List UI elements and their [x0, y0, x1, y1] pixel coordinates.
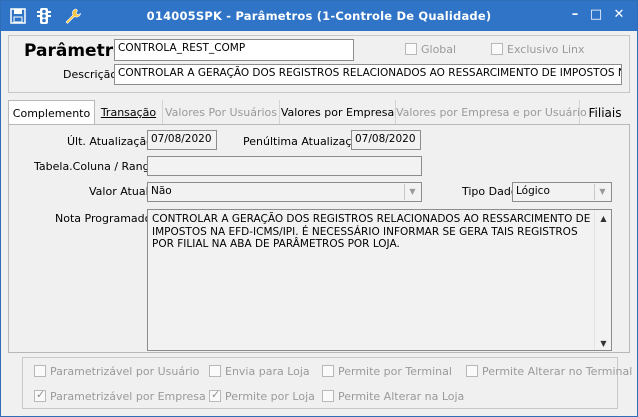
descricao-label: Descrição [63, 68, 118, 81]
permite-alterar-terminal-box[interactable] [466, 365, 478, 377]
parametro-input[interactable]: CONTROLA_REST_COMP [114, 39, 354, 61]
permite-alterar-terminal-checkbox[interactable]: Permite Alterar no Terminal [466, 365, 632, 378]
nota-programador-memo[interactable]: CONTROLAR A GERAÇÃO DOS REGISTROS RELACI… [147, 209, 612, 351]
exclusivo-linx-label: Exclusivo Linx [507, 43, 585, 56]
descricao-input[interactable]: CONTROLAR A GERAÇÃO DOS REGISTROS RELACI… [114, 64, 622, 85]
envia-para-loja-box[interactable] [209, 365, 221, 377]
permite-por-loja-label: Permite por Loja [225, 390, 315, 403]
global-label: Global [421, 43, 457, 56]
permite-alterar-loja-box[interactable] [322, 390, 334, 402]
tab-valores-por-empresa[interactable]: Valores por Empresa [280, 100, 396, 124]
envia-para-loja-checkbox[interactable]: Envia para Loja [209, 365, 310, 378]
chevron-down-icon[interactable]: ▼ [404, 184, 420, 200]
permite-por-loja-box[interactable] [209, 388, 221, 402]
scroll-up-icon[interactable]: ▲ [599, 213, 608, 223]
penultima-atualizacao-field[interactable]: 07/08/2020 [351, 130, 421, 150]
exclusivo-linx-checkbox-box[interactable] [491, 43, 503, 55]
permite-alterar-loja-label: Permite Alterar na Loja [338, 390, 465, 403]
valor-atual-label: Valor Atual [89, 185, 149, 198]
tab-transacao[interactable]: Transação [95, 100, 163, 124]
tipo-dado-value: Lógico [516, 185, 550, 197]
tab-bar: Complemento Transação Valores Por Usuári… [8, 100, 630, 125]
nota-programador-label: Nota Programador [55, 212, 156, 225]
penultima-atualizacao-label: Penúltima Atualização [243, 135, 365, 148]
parametro-label: Parâmetro [24, 41, 125, 61]
permite-por-terminal-checkbox[interactable]: Permite por Terminal [322, 365, 452, 378]
permite-alterar-terminal-label: Permite Alterar no Terminal [482, 365, 633, 378]
complemento-panel: Últ. Atualização 07/08/2020 Penúltima At… [8, 124, 630, 353]
permite-por-terminal-label: Permite por Terminal [338, 365, 452, 378]
close-button[interactable]: ✕ [611, 7, 627, 23]
global-checkbox[interactable]: Global [405, 43, 456, 56]
parametrizavel-usuario-label: Parametrizável por Usuário [50, 365, 200, 378]
valor-atual-value: Não [151, 185, 172, 197]
ult-atualizacao-label: Últ. Atualização [67, 135, 153, 148]
nota-programador-text: CONTROLAR A GERAÇÃO DOS REGISTROS RELACI… [152, 213, 591, 250]
permite-alterar-loja-checkbox[interactable]: Permite Alterar na Loja [322, 390, 464, 403]
tab-valores-por-usuarios[interactable]: Valores Por Usuários [163, 100, 280, 124]
envia-para-loja-label: Envia para Loja [225, 365, 310, 378]
ult-atualizacao-field[interactable]: 07/08/2020 [147, 130, 217, 150]
title-bar[interactable]: 014005SPK - Parâmetros (1-Controle De Qu… [1, 1, 637, 31]
tab-valores-por-empresa-e-usuario[interactable]: Valores por Empresa e por Usuário [396, 100, 587, 124]
tabela-coluna-field[interactable] [147, 156, 422, 176]
scroll-down-icon[interactable]: ▼ [599, 338, 608, 348]
exclusivo-linx-checkbox[interactable]: Exclusivo Linx [491, 43, 585, 56]
tab-filiais[interactable]: Filiais [580, 100, 630, 124]
window-title: 014005SPK - Parâmetros (1-Controle De Qu… [146, 9, 492, 23]
parametrizavel-empresa-box[interactable] [34, 388, 46, 402]
maximize-button[interactable]: □ [588, 7, 604, 23]
memo-scrollbar[interactable]: ▲ ▼ [594, 210, 611, 350]
permite-por-loja-checkbox[interactable]: Permite por Loja [209, 388, 315, 403]
chevron-down-icon[interactable]: ▼ [594, 184, 610, 200]
tab-complemento[interactable]: Complemento [8, 100, 95, 125]
minimize-button[interactable]: – [567, 7, 583, 23]
tipo-dado-label: Tipo Dado [462, 185, 518, 198]
valor-atual-select[interactable]: Não ▼ [147, 182, 422, 202]
parametrizavel-empresa-checkbox[interactable]: Parametrizável por Empresa [34, 388, 206, 403]
global-checkbox-box[interactable] [405, 43, 417, 55]
parametrizavel-empresa-label: Parametrizável por Empresa [50, 390, 206, 403]
header-panel: Parâmetro CONTROLA_REST_COMP Global Excl… [8, 35, 630, 93]
parametrizavel-usuario-checkbox[interactable]: Parametrizável por Usuário [34, 365, 199, 378]
permite-por-terminal-box[interactable] [322, 365, 334, 377]
tipo-dado-select[interactable]: Lógico ▼ [512, 182, 612, 202]
flags-panel: Parametrizável por Usuário Envia para Lo… [22, 357, 632, 409]
tabela-coluna-label: Tabela.Coluna / Range [34, 160, 157, 173]
parametros-window: 014005SPK - Parâmetros (1-Controle De Qu… [0, 0, 638, 417]
parametrizavel-usuario-box[interactable] [34, 365, 46, 377]
